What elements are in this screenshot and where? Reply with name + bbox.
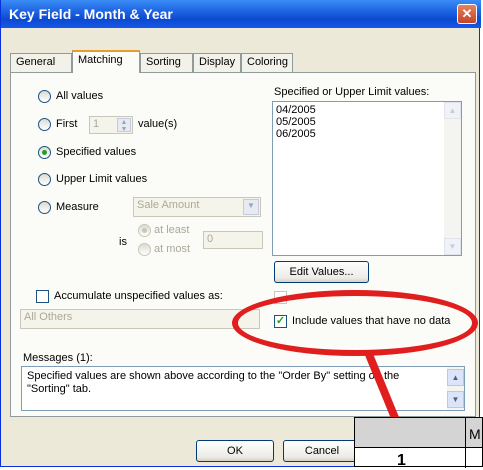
is-label: is xyxy=(119,236,127,248)
title-bar: Key Field - Month & Year ✕ xyxy=(1,0,481,28)
at-most-radio[interactable] xyxy=(138,243,151,256)
measure-select[interactable]: Sale Amount ▼ xyxy=(133,197,261,217)
specified-values-label: Specified values xyxy=(56,146,137,158)
all-values-label: All values xyxy=(56,90,104,102)
accumulate-label: Accumulate unspecified values as: xyxy=(54,290,223,302)
messages-scrollbar[interactable]: ▲ ▼ xyxy=(447,367,464,410)
scroll-up-icon[interactable]: ▲ xyxy=(444,102,461,119)
chevron-down-icon[interactable]: ▼ xyxy=(243,199,259,215)
specified-values-radio[interactable] xyxy=(38,146,51,159)
limit-value-input[interactable]: 0 xyxy=(203,231,263,249)
values-listbox[interactable]: 04/2005 05/2005 06/2005 ▲ ▼ xyxy=(272,101,462,256)
values-scrollbar[interactable]: ▲ ▼ xyxy=(444,102,461,255)
at-least-label: at least xyxy=(154,224,190,236)
measure-label: Measure xyxy=(56,201,99,213)
at-most-label: at most xyxy=(154,243,191,255)
tab-matching[interactable]: Matching xyxy=(72,50,140,73)
all-values-radio[interactable] xyxy=(38,90,51,103)
column-divider xyxy=(465,418,466,468)
first-suffix-label: value(s) xyxy=(138,118,178,130)
values-list-label: Specified or Upper Limit values: xyxy=(274,86,430,98)
close-icon: ✕ xyxy=(461,6,473,21)
callout-ellipse xyxy=(232,290,478,356)
scroll-up-icon[interactable]: ▲ xyxy=(447,369,464,386)
ok-button[interactable]: OK xyxy=(196,440,274,462)
first-label: First xyxy=(56,118,78,130)
edit-values-button[interactable]: Edit Values... xyxy=(274,261,369,283)
upper-limit-label: Upper Limit values xyxy=(56,173,148,185)
header-cell: M xyxy=(469,426,481,442)
tab-coloring[interactable]: Coloring xyxy=(241,53,293,72)
result-table-fragment: M 1 xyxy=(354,417,483,469)
close-button[interactable]: ✕ xyxy=(457,4,477,24)
tab-display[interactable]: Display xyxy=(193,53,241,72)
measure-radio[interactable] xyxy=(38,201,51,214)
table-cell: 1 xyxy=(397,452,406,469)
messages-text: Specified values are shown above accordi… xyxy=(27,370,400,395)
upper-limit-radio[interactable] xyxy=(38,173,51,186)
at-least-radio[interactable] xyxy=(138,224,151,237)
list-item[interactable]: 06/2005 xyxy=(276,128,458,140)
tab-general[interactable]: General xyxy=(10,53,72,72)
scroll-down-icon[interactable]: ▼ xyxy=(444,238,461,255)
accumulate-checkbox[interactable] xyxy=(36,290,49,303)
first-count-spinner[interactable]: 1 ▲ ▼ xyxy=(89,116,133,134)
messages-label: Messages (1): xyxy=(23,352,93,364)
accumulate-name-input[interactable]: All Others xyxy=(20,309,260,329)
spinner-arrows-icon[interactable]: ▲ ▼ xyxy=(117,118,131,133)
list-item[interactable]: 04/2005 xyxy=(276,104,458,116)
cancel-button[interactable]: Cancel xyxy=(283,440,361,462)
window-title: Key Field - Month & Year xyxy=(9,6,173,22)
list-item[interactable]: 05/2005 xyxy=(276,116,458,128)
table-header: M xyxy=(355,418,482,448)
first-radio[interactable] xyxy=(38,118,51,131)
scroll-down-icon[interactable]: ▼ xyxy=(447,391,464,408)
tab-sorting[interactable]: Sorting xyxy=(140,53,193,72)
